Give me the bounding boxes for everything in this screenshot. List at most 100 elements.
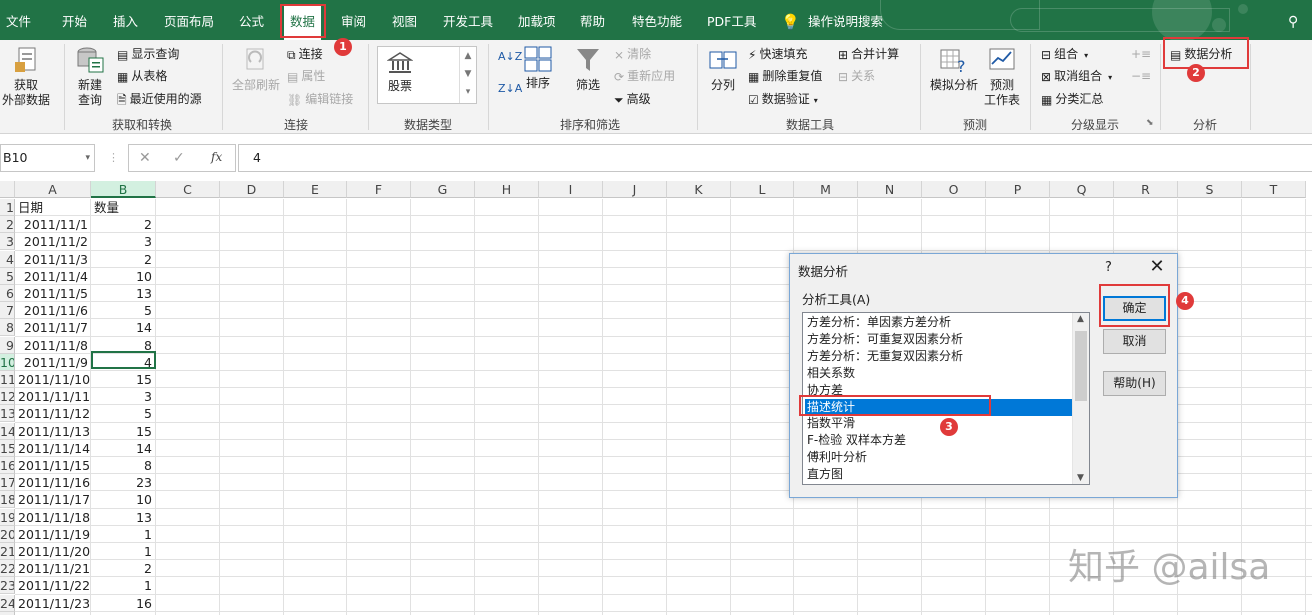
row-header-10[interactable]: 10 <box>0 353 15 371</box>
sort-desc-icon[interactable]: Z↓A <box>498 80 522 98</box>
cell-a15[interactable]: 2011/11/14 <box>16 440 90 457</box>
cell-a7[interactable]: 2011/11/6 <box>16 302 90 319</box>
row-header-4[interactable]: 4 <box>0 250 15 268</box>
cell-a17[interactable]: 2011/11/16 <box>16 474 90 491</box>
cell-a6[interactable]: 2011/11/5 <box>16 285 90 302</box>
column-header-k[interactable]: K <box>667 181 731 198</box>
row-header-5[interactable]: 5 <box>0 267 15 285</box>
cell-b24[interactable]: 16 <box>92 595 154 612</box>
cell-a4[interactable]: 2011/11/3 <box>16 251 90 268</box>
cell-b11[interactable]: 15 <box>92 371 154 388</box>
cell-a19[interactable]: 2011/11/18 <box>16 509 90 526</box>
name-box[interactable]: B10 ▾ <box>0 144 95 172</box>
cell-b7[interactable]: 5 <box>92 302 154 319</box>
from-table-button[interactable]: ▦ 从表格 <box>117 67 167 85</box>
clear-filter-button[interactable]: ⨯ 清除 <box>614 45 651 63</box>
cell-b2[interactable]: 2 <box>92 216 154 233</box>
row-header-18[interactable]: 18 <box>0 491 15 509</box>
cancel-icon[interactable]: ✕ <box>139 150 151 166</box>
cell-b4[interactable]: 2 <box>92 251 154 268</box>
cell-a13[interactable]: 2011/11/12 <box>16 405 90 422</box>
list-item-analysis-tool[interactable]: 直方图 <box>805 466 1073 483</box>
cell-b20[interactable]: 1 <box>92 526 154 543</box>
cell-a11[interactable]: 2011/11/10 <box>16 371 90 388</box>
column-header-l[interactable]: L <box>731 181 794 198</box>
sort-button[interactable]: 排序 <box>521 46 555 91</box>
cell-b18[interactable]: 10 <box>92 491 154 508</box>
row-header-19[interactable]: 19 <box>0 508 15 526</box>
scroll-up-icon[interactable]: ▲ <box>1077 314 1084 324</box>
tab-addins[interactable]: 加载项 <box>518 0 556 40</box>
list-item-analysis-tool[interactable]: 方差分析：单因素方差分析 <box>805 314 1073 331</box>
cancel-button[interactable]: 取消 <box>1103 329 1166 354</box>
cell-b3[interactable]: 3 <box>92 233 154 250</box>
splitter-icon[interactable]: ⋮ <box>108 151 119 164</box>
formula-input[interactable]: 4 <box>238 144 1312 172</box>
refresh-all-button[interactable]: 全部刷新 <box>226 46 286 93</box>
column-header-d[interactable]: D <box>220 181 284 198</box>
row-header-21[interactable]: 21 <box>0 543 15 560</box>
advanced-filter-button[interactable]: ⏷ 高级 <box>614 90 651 108</box>
row-header-6[interactable]: 6 <box>0 285 15 302</box>
column-header-e[interactable]: E <box>284 181 347 198</box>
list-item-analysis-tool[interactable]: 傅利叶分析 <box>805 449 1073 466</box>
tab-pdf-tools[interactable]: PDF工具 <box>707 0 756 40</box>
list-item-analysis-tool[interactable]: 指数平滑 <box>805 415 1073 432</box>
help-icon[interactable]: ? <box>1105 260 1112 275</box>
get-external-data-button[interactable]: 获取 外部数据 <box>0 46 56 108</box>
list-item-analysis-tool[interactable]: 方差分析：无重复双因素分析 <box>805 348 1073 365</box>
cell-a12[interactable]: 2011/11/11 <box>16 388 90 405</box>
cell-b15[interactable]: 14 <box>92 440 154 457</box>
stocks-button[interactable]: 股票 <box>380 51 420 94</box>
column-header-f[interactable]: F <box>347 181 411 198</box>
cell-b23[interactable]: 1 <box>92 577 154 594</box>
tab-home[interactable]: 开始 <box>62 0 87 40</box>
enter-icon[interactable]: ✓ <box>173 150 185 166</box>
subtotal-button[interactable]: ▦ 分类汇总 <box>1041 90 1103 108</box>
column-header-p[interactable]: P <box>986 181 1050 198</box>
row-header-16[interactable]: 16 <box>0 457 15 474</box>
cell-a18[interactable]: 2011/11/17 <box>16 491 90 508</box>
cell-b14[interactable]: 15 <box>92 423 154 440</box>
row-header-20[interactable]: 20 <box>0 525 15 543</box>
row-header-23[interactable]: 23 <box>0 577 15 595</box>
cell-a16[interactable]: 2011/11/15 <box>16 457 90 474</box>
column-header-b[interactable]: B <box>91 181 156 198</box>
properties-button[interactable]: ▤ 属性 <box>287 67 325 85</box>
flash-fill-button[interactable]: ⚡ 快速填充 <box>748 45 807 63</box>
column-header-m[interactable]: M <box>794 181 858 198</box>
row-header-13[interactable]: 13 <box>0 405 15 423</box>
cell-b8[interactable]: 14 <box>92 319 154 336</box>
row-header-14[interactable]: 14 <box>0 422 15 440</box>
column-header-t[interactable]: T <box>1242 181 1306 198</box>
data-validation-button[interactable]: ☑ 数据验证 ▾ <box>748 90 818 108</box>
column-header-h[interactable]: H <box>475 181 539 198</box>
tab-special-features[interactable]: 特色功能 <box>632 0 682 40</box>
new-query-button[interactable]: 新建 查询 <box>66 46 114 108</box>
column-header-q[interactable]: Q <box>1050 181 1114 198</box>
insert-function-icon[interactable]: fx <box>211 150 222 164</box>
chevron-down-icon[interactable]: ▾ <box>85 145 90 171</box>
cell-b22[interactable]: 2 <box>92 560 154 577</box>
row-header-1[interactable]: 1 <box>0 199 15 216</box>
cell-b1[interactable]: 数量 <box>92 199 154 216</box>
column-header-s[interactable]: S <box>1178 181 1242 198</box>
ungroup-button[interactable]: ⊠ 取消组合 ▾ <box>1041 67 1112 85</box>
cell-b5[interactable]: 10 <box>92 268 154 285</box>
consolidate-button[interactable]: ⊞ 合并计算 <box>838 45 899 63</box>
cell-b13[interactable]: 5 <box>92 405 154 422</box>
tab-file[interactable]: 文件 <box>6 0 31 40</box>
column-header-c[interactable]: C <box>156 181 220 198</box>
row-header-9[interactable]: 9 <box>0 336 15 354</box>
dialog-launcher-icon[interactable]: ⬊ <box>1146 114 1154 132</box>
row-header-3[interactable]: 3 <box>0 233 15 251</box>
hide-detail-icon[interactable]: −≡ <box>1131 67 1151 85</box>
cell-a5[interactable]: 2011/11/4 <box>16 268 90 285</box>
list-item-analysis-tool[interactable]: F-检验 双样本方差 <box>805 432 1073 449</box>
cell-a3[interactable]: 2011/11/2 <box>16 233 90 250</box>
tab-review[interactable]: 审阅 <box>341 0 366 40</box>
row-header-2[interactable]: 2 <box>0 216 15 234</box>
cell-b17[interactable]: 23 <box>92 474 154 491</box>
cell-b12[interactable]: 3 <box>92 388 154 405</box>
column-header-j[interactable]: J <box>603 181 667 198</box>
